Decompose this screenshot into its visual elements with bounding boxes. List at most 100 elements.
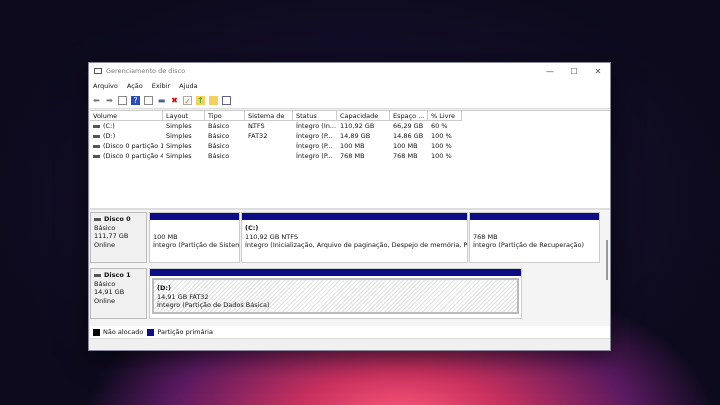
properties-icon[interactable] bbox=[222, 95, 231, 105]
cell-text: 14,89 GB bbox=[340, 132, 371, 140]
partition-status: Íntegro (Inicialização, Arquivo de pagin… bbox=[245, 241, 467, 249]
table-cell: (Disco 0 partição 1) bbox=[90, 142, 163, 150]
close-button[interactable]: ✕ bbox=[586, 67, 610, 76]
col-espaco[interactable]: Espaço ... bbox=[390, 111, 428, 121]
volume-list: Volume Layout Tipo Sistema de ... Status… bbox=[90, 110, 610, 210]
help-icon[interactable]: ? bbox=[131, 95, 140, 105]
menu-acao[interactable]: Ação bbox=[127, 82, 143, 90]
partition-status: Íntegro (Partição de Recuperação) bbox=[473, 241, 585, 249]
table-row[interactable]: (Disco 0 partição 4) Simples Básico Íntegro… bbox=[90, 151, 610, 161]
menu-exibir[interactable]: Exibir bbox=[152, 82, 170, 90]
volume-icon bbox=[93, 124, 100, 128]
partition-size: 768 MB bbox=[473, 232, 498, 241]
table-cell: Simples bbox=[163, 142, 205, 150]
table-cell: 100 % bbox=[428, 142, 462, 150]
table-cell: 66,29 GB bbox=[390, 122, 428, 130]
table-cell: 100 % bbox=[428, 132, 462, 140]
table-cell: Básico bbox=[205, 142, 245, 150]
cell-text: Básico bbox=[208, 142, 230, 150]
col-layout[interactable]: Layout bbox=[163, 111, 205, 121]
cell-text: Íntegro (P... bbox=[296, 152, 333, 160]
partition-size: 110,92 GB NTFS bbox=[245, 232, 298, 241]
partition-d[interactable]: (D:) 14,91 GB FAT32 Íntegro (Partição de D… bbox=[149, 268, 522, 319]
disk-size: 111,77 GB bbox=[94, 232, 129, 240]
minimize-button[interactable]: — bbox=[538, 67, 562, 76]
partition-recovery[interactable]: 768 MB Íntegro (Partição de Recuperação) bbox=[469, 212, 600, 263]
col-capacidade[interactable]: Capacidade bbox=[337, 111, 390, 121]
cell-text: (C:) bbox=[103, 122, 115, 130]
toolbar: ⬅ ➡ ? ▬ ✖ ✓ ↑ bbox=[89, 92, 610, 109]
cell-text: 66,29 GB bbox=[393, 122, 424, 130]
cell-text: Básico bbox=[208, 122, 230, 130]
table-cell: Íntegro (P... bbox=[293, 132, 337, 140]
title-bar: Gerenciamento de disco — ☐ ✕ bbox=[89, 63, 610, 79]
cell-text: (Disco 0 partição 4) bbox=[103, 152, 163, 160]
disk-1-label[interactable]: Disco 1 Básico 14,91 GB Online bbox=[90, 268, 147, 319]
col-livre[interactable]: % Livre bbox=[428, 111, 462, 121]
partition-label: (C:) bbox=[245, 224, 259, 232]
disk-name: Disco 0 bbox=[104, 215, 131, 223]
menu-arquivo[interactable]: Arquivo bbox=[93, 82, 118, 90]
cell-text: Básico bbox=[208, 132, 230, 140]
table-cell: (Disco 0 partição 4) bbox=[90, 152, 163, 160]
legend-unallocated: Não alocado bbox=[93, 328, 143, 336]
disk-0-row: Disco 0 Básico 111,77 GB Online bbox=[90, 212, 147, 263]
console-icon[interactable] bbox=[118, 95, 127, 105]
disk-state: Online bbox=[94, 240, 115, 249]
table-cell: Íntegro (P... bbox=[293, 142, 337, 150]
back-icon[interactable]: ⬅ bbox=[92, 96, 101, 105]
forward-icon[interactable]: ➡ bbox=[105, 96, 114, 105]
volume-icon bbox=[93, 144, 100, 148]
table-cell: FAT32 bbox=[245, 132, 293, 140]
cell-text: 100 MB bbox=[393, 142, 418, 150]
folder-search-icon[interactable] bbox=[209, 95, 218, 105]
cell-text: 100 MB bbox=[340, 142, 365, 150]
col-volume[interactable]: Volume bbox=[90, 111, 163, 121]
legend: Não alocado Partição primária bbox=[90, 326, 610, 338]
table-cell: 768 MB bbox=[390, 152, 428, 160]
disk-state: Online bbox=[94, 296, 115, 305]
table-cell: Básico bbox=[205, 122, 245, 130]
col-sistema[interactable]: Sistema de ... bbox=[245, 111, 293, 130]
col-tipo[interactable]: Tipo bbox=[205, 111, 245, 121]
table-cell: 60 % bbox=[428, 122, 462, 130]
maximize-button[interactable]: ☐ bbox=[562, 67, 586, 76]
table-cell: Básico bbox=[205, 132, 245, 140]
cell-text: Íntegro (P... bbox=[296, 132, 333, 140]
table-cell: (D:) bbox=[90, 132, 163, 140]
partition-system[interactable]: 100 MB Íntegro (Partição de Sistema bbox=[149, 212, 240, 263]
table-cell: 14,86 GB bbox=[390, 132, 428, 140]
partition-size: 100 MB bbox=[153, 232, 178, 241]
cell-text: 100 % bbox=[431, 132, 452, 140]
status-bar bbox=[90, 338, 610, 350]
list-header: Volume Layout Tipo Sistema de ... Status… bbox=[90, 111, 610, 130]
delete-icon[interactable]: ✖ bbox=[170, 96, 179, 105]
check-icon[interactable]: ✓ bbox=[183, 95, 192, 106]
partition-label: (D:) bbox=[157, 284, 171, 292]
volume-icon bbox=[93, 134, 100, 138]
cell-text: Simples bbox=[166, 152, 192, 160]
app-icon bbox=[94, 68, 102, 74]
partition-c[interactable]: (C:) 110,92 GB NTFS Íntegro (Inicialização… bbox=[241, 212, 468, 263]
table-row[interactable]: (Disco 0 partição 1) Simples Básico Íntegro… bbox=[90, 141, 610, 151]
table-row[interactable]: (D:) Simples Básico FAT32 Íntegro (P... 14,89… bbox=[90, 131, 610, 141]
cell-text: 110,92 GB bbox=[340, 122, 375, 130]
table-cell: 100 MB bbox=[337, 142, 390, 150]
table-cell: Íntegro (In... bbox=[293, 122, 337, 130]
cell-text: 60 % bbox=[431, 122, 448, 130]
disk-map: Disco 0 Básico 111,77 GB Online 100 MB Ín… bbox=[90, 208, 610, 326]
panel-icon[interactable] bbox=[144, 95, 153, 105]
disk-icon bbox=[94, 273, 101, 277]
connect-icon[interactable]: ▬ bbox=[157, 96, 166, 105]
table-cell: Simples bbox=[163, 132, 205, 140]
table-cell: (C:) bbox=[90, 122, 163, 130]
vertical-scrollbar[interactable] bbox=[606, 240, 608, 280]
disk-0-label[interactable]: Disco 0 Básico 111,77 GB Online bbox=[90, 212, 147, 263]
col-status[interactable]: Status bbox=[293, 111, 337, 121]
table-row[interactable]: (C:) Simples Básico NTFS Íntegro (In... 110,9… bbox=[90, 121, 610, 131]
volume-icon bbox=[93, 154, 100, 158]
menu-ajuda[interactable]: Ajuda bbox=[179, 82, 197, 90]
disk-management-window: Gerenciamento de disco — ☐ ✕ Arquivo Ação … bbox=[88, 62, 611, 351]
cell-text: 14,86 GB bbox=[393, 132, 424, 140]
folder-up-icon[interactable]: ↑ bbox=[196, 95, 205, 105]
